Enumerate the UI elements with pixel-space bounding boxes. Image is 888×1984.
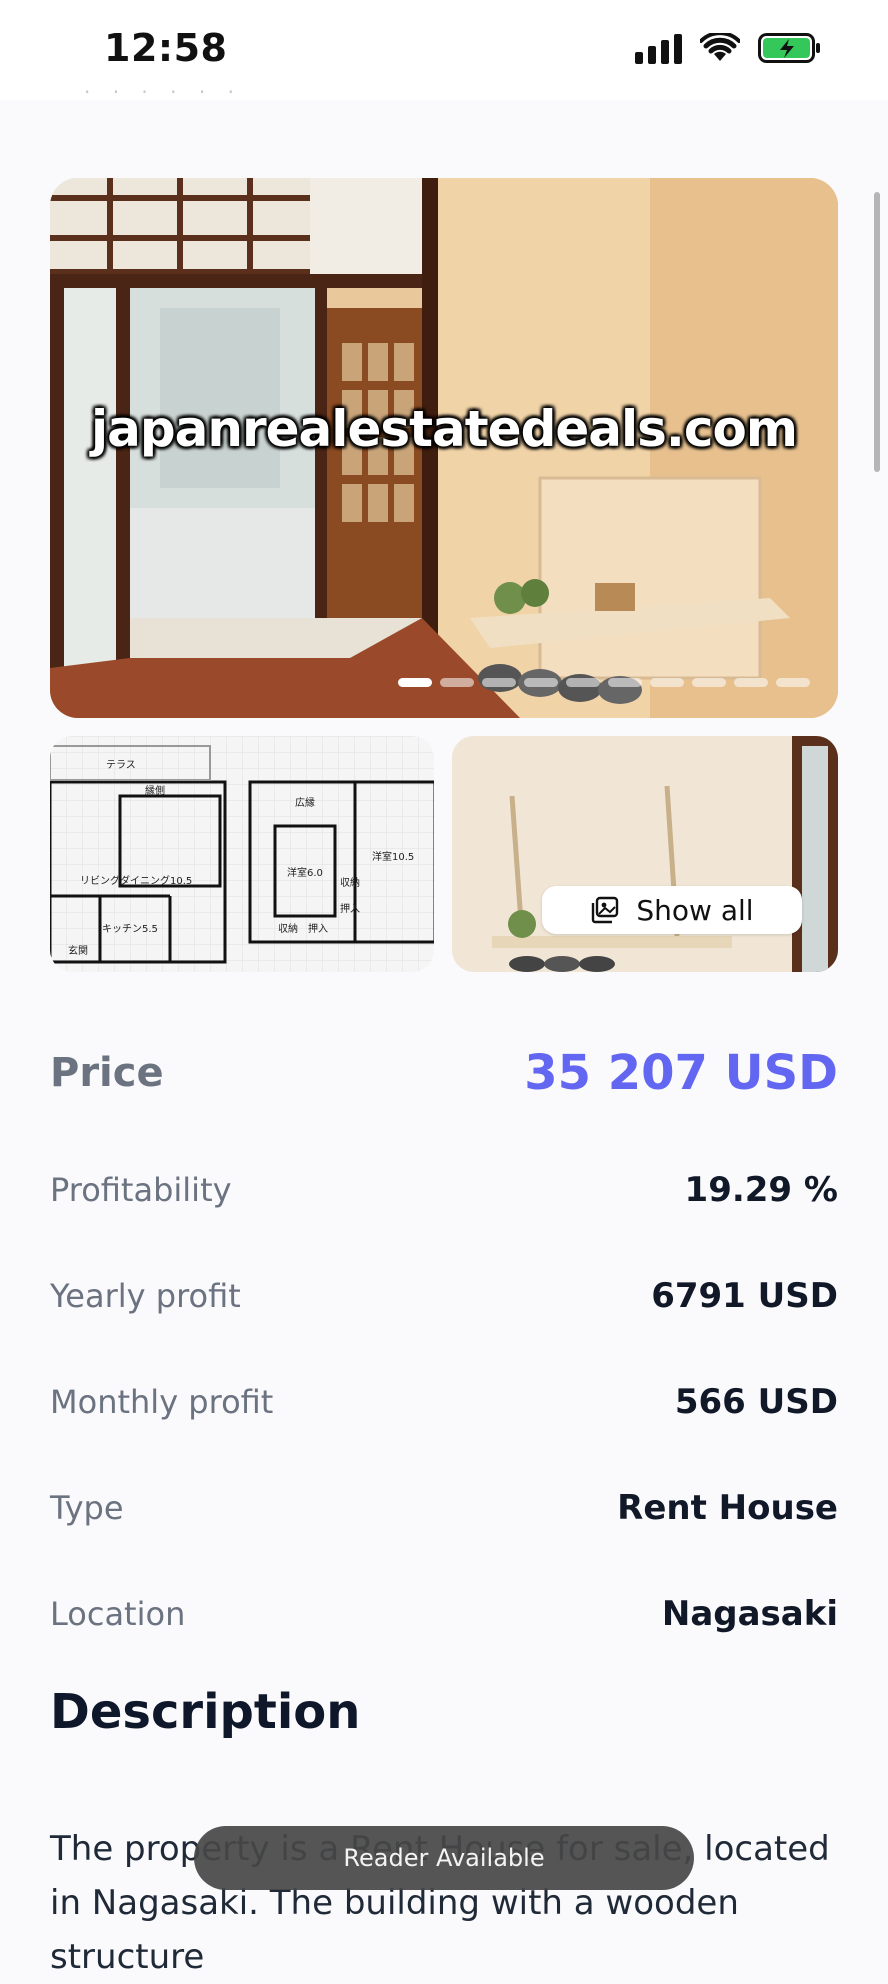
price-value: 35 207 USD: [524, 1045, 838, 1101]
floorplan-label: 洋室10.5: [372, 850, 414, 863]
gallery-icon: [592, 896, 619, 924]
wifi-icon: [700, 33, 740, 61]
pagination-dot[interactable]: [566, 678, 600, 687]
location-row: Location Nagasaki: [50, 1594, 838, 1634]
interior-photo-thumbnail: [452, 736, 838, 972]
cellular-signal-icon: [635, 32, 682, 64]
floorplan-label: リビングダイニング10.5: [80, 874, 192, 887]
floorplan-label: 玄関: [68, 944, 88, 957]
monthly-profit-label: Monthly profit: [50, 1383, 274, 1421]
faded-header-remnant: · · · · · ·: [84, 80, 242, 96]
yearly-profit-label: Yearly profit: [50, 1277, 241, 1315]
monthly-profit-value: 566 USD: [674, 1382, 838, 1422]
floorplan-label: 洋室6.0: [287, 866, 323, 879]
floorplan-thumbnail[interactable]: テラス 縁側 リビングダイニング10.5 キッチン5.5 玄関 広縁 洋室6.0…: [50, 736, 434, 972]
pagination-dot[interactable]: [776, 678, 810, 687]
yearly-profit-value: 6791 USD: [651, 1276, 838, 1316]
pagination-dot[interactable]: [524, 678, 558, 687]
location-label: Location: [50, 1595, 186, 1633]
floorplan-label: 広縁: [295, 796, 315, 809]
location-value: Nagasaki: [661, 1594, 838, 1634]
reader-available-label: Reader Available: [343, 1844, 545, 1872]
floorplan-label: キッチン5.5: [102, 923, 158, 935]
pagination-dot[interactable]: [482, 678, 516, 687]
battery-charging-icon: [758, 33, 820, 63]
floorplan-label: 押入: [308, 922, 328, 935]
gallery-pagination[interactable]: [398, 678, 810, 687]
scrollbar[interactable]: [874, 192, 880, 472]
floorplan-label: 収納: [340, 876, 360, 889]
floorplan-drawing: テラス 縁側 リビングダイニング10.5 キッチン5.5 玄関 広縁 洋室6.0…: [50, 736, 434, 972]
profitability-label: Profitability: [50, 1171, 232, 1209]
photo-thumbnail[interactable]: Show all: [452, 736, 838, 972]
price-row: Price 35 207 USD: [50, 1045, 838, 1101]
show-all-label: Show all: [636, 893, 754, 927]
type-label: Type: [50, 1489, 124, 1527]
status-icons: [635, 32, 822, 64]
pagination-dot[interactable]: [692, 678, 726, 687]
watermark-text: japanrealestatedeals.com: [90, 400, 798, 458]
profitability-value: 19.29 %: [684, 1170, 838, 1210]
main-property-photo[interactable]: japanrealestatedeals.com: [50, 178, 838, 718]
yearly-profit-row: Yearly profit 6791 USD: [50, 1276, 838, 1316]
pagination-dot[interactable]: [734, 678, 768, 687]
floorplan-label: テラス: [106, 759, 136, 771]
status-time: 12:58: [104, 26, 228, 70]
type-value: Rent House: [617, 1488, 838, 1528]
floorplan-label: 縁側: [145, 784, 165, 797]
pagination-dot[interactable]: [398, 678, 432, 687]
reader-available-button[interactable]: Reader Available: [194, 1826, 694, 1890]
type-row: Type Rent House: [50, 1488, 838, 1528]
description-heading: Description: [50, 1684, 361, 1740]
floorplan-label: 押入: [340, 902, 360, 915]
pagination-dot[interactable]: [650, 678, 684, 687]
pagination-dot[interactable]: [608, 678, 642, 687]
profitability-row: Profitability 19.29 %: [50, 1170, 838, 1210]
monthly-profit-row: Monthly profit 566 USD: [50, 1382, 838, 1422]
pagination-dot[interactable]: [440, 678, 474, 687]
show-all-button[interactable]: Show all: [542, 886, 802, 934]
price-label: Price: [50, 1050, 164, 1096]
floorplan-label: 収納: [278, 922, 298, 935]
